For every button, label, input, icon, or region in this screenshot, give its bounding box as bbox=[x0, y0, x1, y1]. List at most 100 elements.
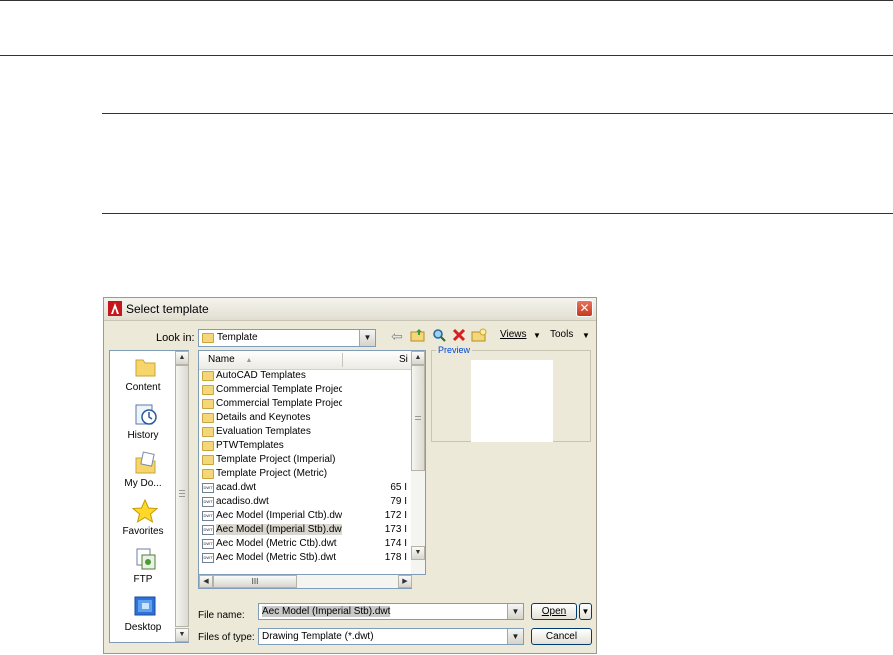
delete-button[interactable] bbox=[450, 328, 468, 345]
dwt-file-icon: DWT bbox=[202, 511, 214, 521]
dialog-title: Select template bbox=[126, 302, 209, 316]
place-content[interactable]: Content bbox=[110, 354, 176, 404]
list-item[interactable]: Template Project (Imperial) bbox=[199, 453, 411, 467]
scroll-thumb[interactable] bbox=[411, 365, 425, 471]
tools-chevron-icon[interactable]: ▼ bbox=[582, 331, 590, 340]
place-favorites[interactable]: Favorites bbox=[110, 498, 176, 548]
column-separator[interactable] bbox=[342, 353, 343, 367]
autocad-app-icon bbox=[108, 301, 122, 316]
folder-icon bbox=[202, 427, 214, 437]
rule-2 bbox=[0, 55, 893, 56]
column-header-size[interactable]: Si bbox=[399, 354, 408, 365]
places-scrollbar[interactable]: ▲ ▼ bbox=[175, 351, 189, 642]
dwt-file-icon: DWT bbox=[202, 497, 214, 507]
scroll-up-icon[interactable]: ▲ bbox=[411, 351, 425, 365]
ftp-icon bbox=[136, 548, 156, 570]
scroll-down-icon[interactable]: ▼ bbox=[411, 546, 425, 560]
list-item[interactable]: AutoCAD Templates bbox=[199, 369, 411, 383]
place-label: Favorites bbox=[122, 526, 164, 537]
scroll-up-icon[interactable]: ▲ bbox=[175, 351, 189, 365]
my-documents-icon bbox=[135, 451, 156, 474]
file-list: Name ▲ Si AutoCAD Templates Commercial T… bbox=[198, 350, 426, 575]
sort-ascending-icon: ▲ bbox=[245, 357, 253, 364]
files-of-type-dropdown[interactable]: Drawing Template (*.dwt) ▼ bbox=[258, 628, 524, 645]
place-my-documents[interactable]: My Do... bbox=[110, 450, 176, 500]
search-web-button[interactable] bbox=[430, 328, 448, 345]
up-folder-icon bbox=[410, 329, 425, 342]
close-icon: ✕ bbox=[579, 301, 590, 315]
list-item[interactable]: DWT acadiso.dwt 79 I bbox=[199, 495, 411, 509]
select-template-dialog: Select template ✕ Look in: Template ▼ ⇦ … bbox=[103, 297, 597, 654]
file-list-header: Name ▲ Si bbox=[199, 351, 411, 370]
rule-3 bbox=[102, 113, 893, 114]
scroll-right-icon[interactable]: ▶ bbox=[398, 575, 412, 588]
cancel-button[interactable]: Cancel bbox=[531, 628, 592, 645]
preview-label: Preview bbox=[436, 345, 473, 355]
scroll-thumb[interactable] bbox=[175, 365, 189, 627]
delete-icon bbox=[452, 328, 466, 342]
folder-icon bbox=[202, 441, 214, 451]
list-item[interactable]: PTWTemplates bbox=[199, 439, 411, 453]
list-item[interactable]: DWT acad.dwt 65 I bbox=[199, 481, 411, 495]
folder-icon bbox=[202, 333, 214, 343]
file-name-label: File name: bbox=[198, 610, 245, 621]
create-folder-button[interactable] bbox=[470, 328, 488, 345]
chevron-down-icon[interactable]: ▼ bbox=[507, 604, 523, 619]
files-of-type-label: Files of type: bbox=[198, 632, 255, 643]
close-button[interactable]: ✕ bbox=[576, 300, 593, 317]
place-label: Desktop bbox=[124, 622, 162, 633]
chevron-down-icon[interactable]: ▼ bbox=[359, 330, 375, 346]
file-name-value: Aec Model (Imperial Stb).dwt bbox=[262, 606, 391, 617]
open-button[interactable]: Open bbox=[531, 603, 577, 620]
folder-icon bbox=[202, 385, 214, 395]
back-button[interactable]: ⇦ bbox=[388, 328, 406, 345]
place-label: FTP bbox=[133, 574, 153, 585]
folder-icon bbox=[202, 399, 214, 409]
scroll-down-icon[interactable]: ▼ bbox=[175, 628, 189, 642]
preview-image bbox=[471, 360, 553, 442]
list-item[interactable]: Commercial Template Project... bbox=[199, 383, 411, 397]
dwt-file-icon: DWT bbox=[202, 525, 214, 535]
scroll-thumb-horizontal[interactable]: III bbox=[213, 575, 297, 588]
files-of-type-value: Drawing Template (*.dwt) bbox=[262, 631, 374, 642]
folder-icon bbox=[202, 455, 214, 465]
place-desktop[interactable]: Desktop bbox=[110, 594, 176, 644]
file-name-input[interactable]: Aec Model (Imperial Stb).dwt ▼ bbox=[258, 603, 524, 620]
file-list-vscrollbar[interactable]: ▲ ▼ bbox=[411, 351, 425, 574]
list-item[interactable]: Evaluation Templates bbox=[199, 425, 411, 439]
look-in-value: Template bbox=[217, 332, 258, 343]
title-bar[interactable]: Select template ✕ bbox=[104, 298, 596, 321]
column-header-name[interactable]: Name ▲ bbox=[208, 354, 252, 365]
place-ftp[interactable]: FTP bbox=[110, 546, 176, 596]
list-item-selected[interactable]: DWT Aec Model (Imperial Stb).dwt 173 I bbox=[199, 523, 411, 537]
look-in-dropdown[interactable]: Template ▼ bbox=[198, 329, 376, 347]
open-options-button[interactable]: ▼ bbox=[579, 603, 592, 620]
views-menu[interactable]: Views bbox=[500, 329, 527, 340]
list-item[interactable]: Details and Keynotes bbox=[199, 411, 411, 425]
place-label: My Do... bbox=[124, 478, 162, 489]
chevron-down-icon[interactable]: ▼ bbox=[507, 629, 523, 644]
views-chevron-icon[interactable]: ▼ bbox=[533, 331, 541, 340]
tools-menu[interactable]: Tools bbox=[550, 329, 573, 340]
list-item[interactable]: Template Project (Metric) bbox=[199, 467, 411, 481]
search-web-icon bbox=[433, 329, 446, 342]
dwt-file-icon: DWT bbox=[202, 539, 214, 549]
back-arrow-icon: ⇦ bbox=[391, 328, 403, 344]
list-item[interactable]: Commercial Template Project... bbox=[199, 397, 411, 411]
look-in-label: Look in: bbox=[156, 332, 195, 344]
desktop-icon bbox=[134, 596, 156, 616]
list-item[interactable]: DWT Aec Model (Imperial Ctb).dwt 172 I bbox=[199, 509, 411, 523]
folder-icon bbox=[202, 371, 214, 381]
rule-4 bbox=[102, 213, 893, 214]
place-label: History bbox=[127, 430, 159, 441]
file-list-hscrollbar[interactable]: ◀ III ▶ bbox=[198, 575, 412, 589]
folder-icon bbox=[202, 413, 214, 423]
place-label: Content bbox=[125, 382, 161, 393]
up-one-level-button[interactable] bbox=[409, 328, 427, 345]
list-item[interactable]: DWT Aec Model (Metric Stb).dwt 178 I bbox=[199, 551, 411, 565]
favorites-star-icon bbox=[131, 498, 159, 524]
scroll-left-icon[interactable]: ◀ bbox=[199, 575, 213, 588]
list-item[interactable]: DWT Aec Model (Metric Ctb).dwt 174 I bbox=[199, 537, 411, 551]
folder-icon bbox=[135, 359, 156, 377]
place-history[interactable]: History bbox=[110, 402, 176, 452]
